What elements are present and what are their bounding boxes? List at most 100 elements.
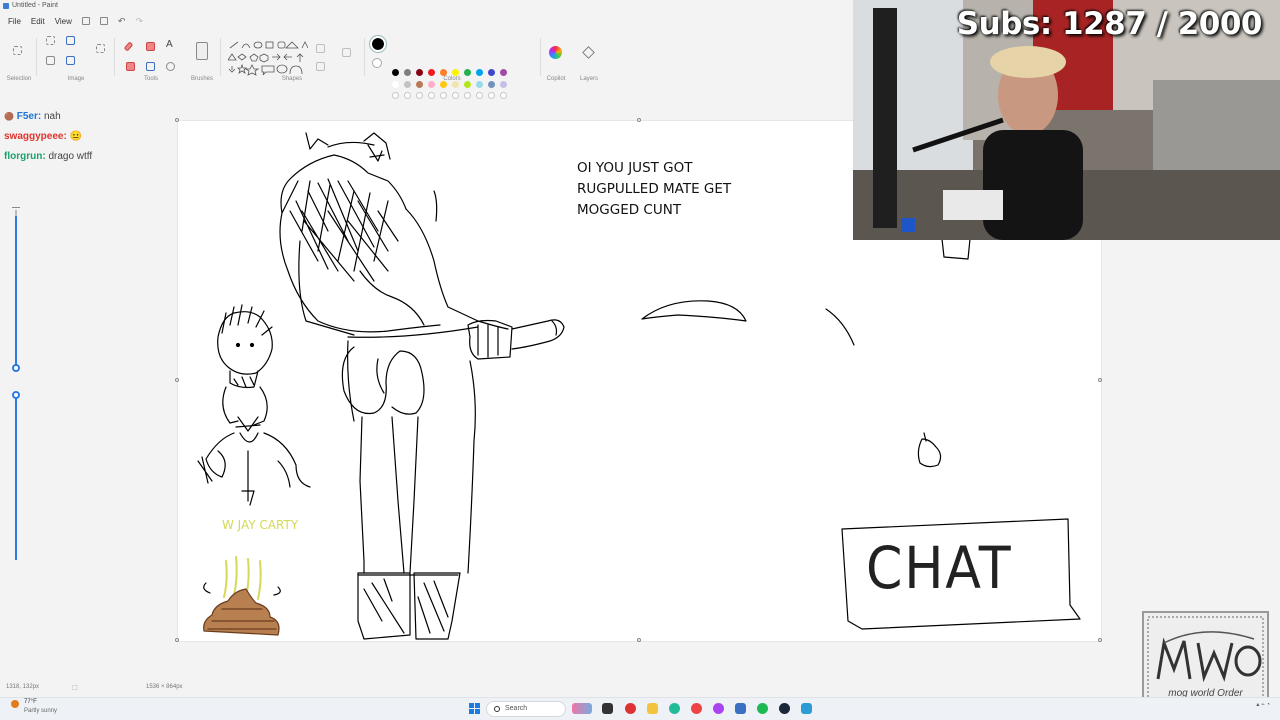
redo-icon[interactable]: ↷	[135, 16, 143, 27]
rotate-icon[interactable]	[46, 56, 55, 65]
empty-color-slot[interactable]	[392, 92, 399, 99]
cursor-position: 1318, 132px	[6, 684, 40, 690]
canvas-size: 1536 × 864px	[146, 684, 183, 690]
color-swatch[interactable]	[452, 81, 459, 88]
empty-color-slot[interactable]	[464, 92, 471, 99]
chat-box-text: CHAT	[866, 534, 1013, 602]
menu-file[interactable]: File	[8, 17, 21, 26]
color-swatch[interactable]	[428, 69, 435, 76]
calculator-icon[interactable]	[735, 703, 746, 714]
chat-message: swaggypeee: 😐	[4, 130, 174, 150]
brush-icon[interactable]	[196, 42, 208, 60]
color-swatch[interactable]	[476, 81, 483, 88]
empty-color-slot[interactable]	[440, 92, 447, 99]
fill-shape-icon[interactable]	[342, 48, 351, 57]
color-swatch[interactable]	[488, 69, 495, 76]
empty-color-slot[interactable]	[476, 92, 483, 99]
eraser-icon[interactable]	[126, 62, 135, 71]
brushes-label: Brushes	[190, 76, 213, 82]
task-view-icon[interactable]	[602, 703, 613, 714]
undo-icon[interactable]: ↶	[118, 16, 126, 27]
brush-size-slider-knob[interactable]	[12, 364, 20, 372]
empty-color-slot[interactable]	[428, 92, 435, 99]
color-swatch[interactable]	[500, 69, 507, 76]
tools-group: A Tools	[118, 34, 184, 84]
magnifier-icon[interactable]	[166, 62, 175, 71]
system-tray[interactable]: ▴ ⌁ ◔	[1256, 701, 1270, 708]
color-swatch[interactable]	[416, 69, 423, 76]
fill-icon[interactable]	[146, 42, 155, 51]
color-swatch[interactable]	[464, 69, 471, 76]
select-icon[interactable]	[13, 46, 22, 55]
opacity-slider-knob[interactable]	[12, 391, 20, 399]
steam-icon[interactable]	[779, 703, 790, 714]
color-swatch[interactable]	[428, 81, 435, 88]
opacity-track[interactable]	[15, 395, 17, 560]
chat-username: F5er:	[16, 111, 42, 122]
edge-icon[interactable]	[669, 703, 680, 714]
crop-icon[interactable]	[46, 36, 55, 45]
empty-color-slot[interactable]	[500, 92, 507, 99]
color-swatch[interactable]	[464, 81, 471, 88]
color-swatch[interactable]	[392, 81, 399, 88]
shapes-label: Shapes	[281, 76, 303, 82]
chat-message: 🟤 F5er: nah	[4, 111, 61, 122]
color-swatch[interactable]	[500, 81, 507, 88]
color-swatch[interactable]	[488, 81, 495, 88]
share-icon[interactable]	[99, 17, 108, 25]
empty-color-slot[interactable]	[416, 92, 423, 99]
color-picker-icon[interactable]	[146, 62, 155, 71]
shape-fill-icon[interactable]	[316, 62, 325, 71]
taskbar-search[interactable]: Search	[486, 701, 566, 717]
discord-icon[interactable]	[713, 703, 724, 714]
copilot-icon[interactable]	[549, 46, 562, 59]
color-swatch[interactable]	[440, 81, 447, 88]
image-group: Image	[40, 34, 112, 84]
color-swatch[interactable]	[452, 69, 459, 76]
primary-color-swatch[interactable]	[370, 36, 386, 52]
ribbon-toolbar: Selection Image A Tools Brushes Shapes C…	[0, 30, 855, 99]
empty-color-slot[interactable]	[452, 92, 459, 99]
stream-chat: 🟤 F5er: nah swaggypeee: 😐 florgrun: drag…	[4, 110, 174, 170]
chat-username: swaggypeee:	[4, 131, 67, 142]
search-icon	[494, 706, 500, 712]
chat-message: florgrun: drago wtff	[4, 150, 174, 170]
secondary-color-swatch[interactable]	[372, 58, 382, 68]
subscriber-goal-counter: Subs: 1287 / 2000	[956, 6, 1263, 42]
search-label: Search	[505, 705, 528, 712]
image-label: Image	[67, 76, 85, 82]
shapes-gallery[interactable]	[228, 40, 308, 76]
file-explorer-icon[interactable]	[647, 703, 658, 714]
colors-group: Colors	[366, 34, 538, 84]
paint-taskbar-icon[interactable]	[801, 703, 812, 714]
color-swatch[interactable]	[440, 69, 447, 76]
color-swatch[interactable]	[404, 81, 411, 88]
select-all-icon[interactable]	[96, 44, 105, 53]
save-icon[interactable]	[81, 17, 90, 25]
weather-icon[interactable]	[11, 700, 19, 708]
caption-line: MOGGED CUNT	[577, 202, 682, 218]
color-swatch[interactable]	[392, 69, 399, 76]
pencil-icon[interactable]	[123, 41, 134, 52]
menu-view[interactable]: View	[55, 17, 72, 26]
brushes-group: Brushes	[188, 34, 216, 84]
weather-temp: 77°F	[24, 699, 37, 705]
text-icon[interactable]: A	[166, 39, 173, 50]
spotify-icon[interactable]	[757, 703, 768, 714]
chrome-icon[interactable]	[625, 703, 636, 714]
color-swatch[interactable]	[416, 81, 423, 88]
widget-icon[interactable]	[572, 703, 592, 714]
selection-label: Selection	[6, 76, 32, 82]
resize-icon[interactable]	[66, 36, 75, 45]
menu-edit[interactable]: Edit	[31, 17, 45, 26]
browser-icon[interactable]	[691, 703, 702, 714]
outline-icon[interactable]	[316, 44, 325, 53]
color-swatch[interactable]	[404, 69, 411, 76]
start-button[interactable]	[469, 703, 480, 714]
empty-color-slot[interactable]	[404, 92, 411, 99]
color-swatch[interactable]	[476, 69, 483, 76]
flip-icon[interactable]	[66, 56, 75, 65]
paint-app-icon	[3, 3, 9, 9]
empty-color-slot[interactable]	[488, 92, 495, 99]
caption-line: RUGPULLED MATE GET	[577, 181, 732, 197]
